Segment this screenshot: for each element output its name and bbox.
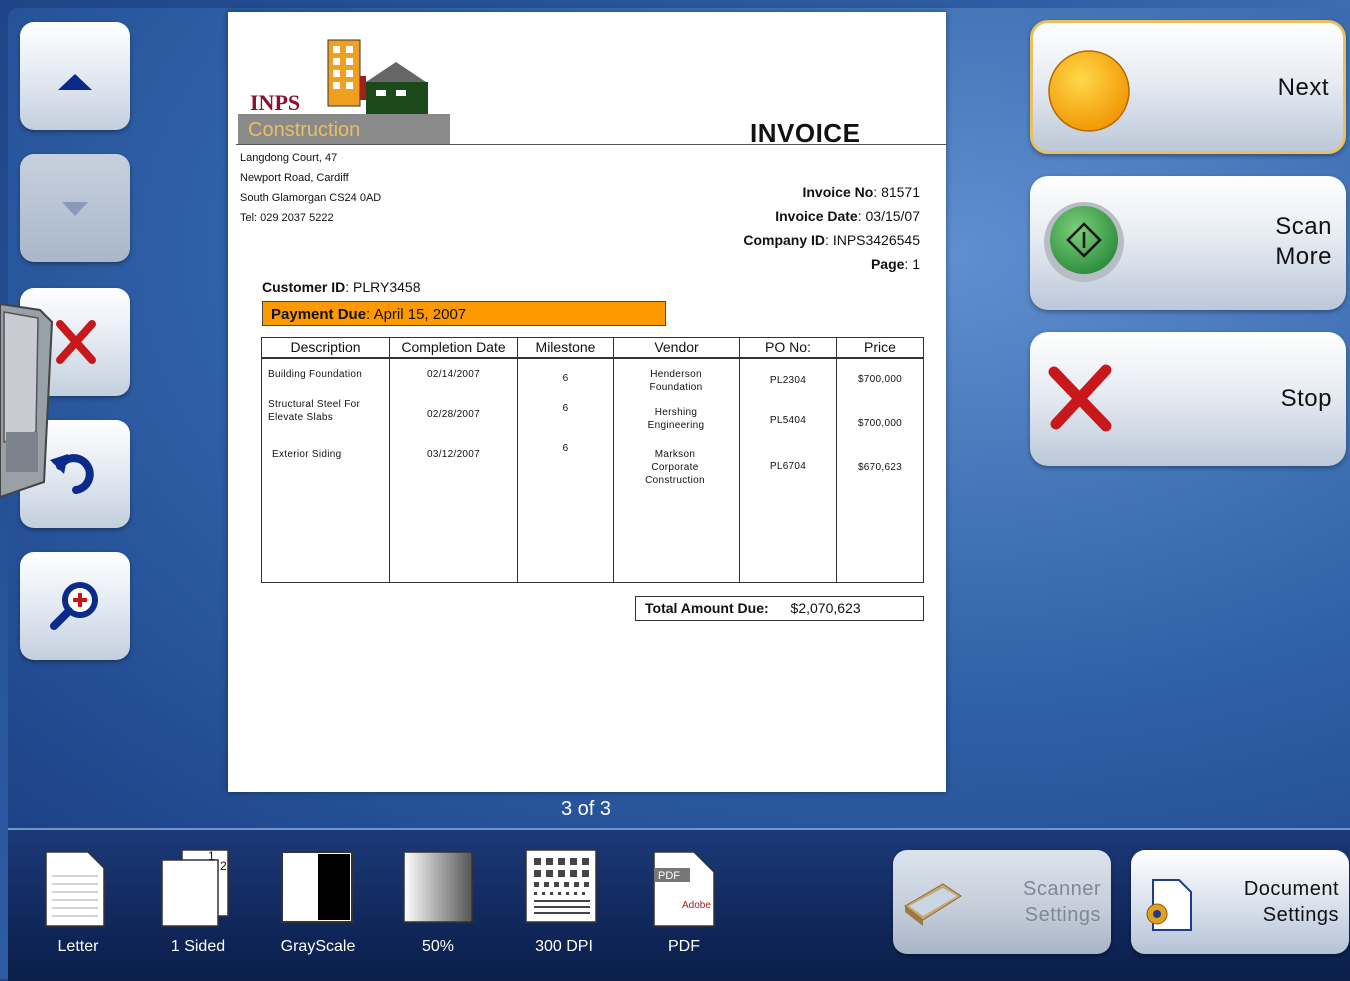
- table-cell: 6: [562, 373, 569, 384]
- customer-id: Customer ID: PLRY3458: [262, 279, 421, 295]
- table-cell: 6: [562, 403, 569, 414]
- next-button[interactable]: Next: [1030, 20, 1346, 154]
- table-cell: Building Foundation: [268, 369, 363, 380]
- scanner-settings-button[interactable]: Scanner Settings: [893, 850, 1111, 954]
- col-header: Milestone: [535, 339, 596, 355]
- pdf-icon: PDF Adobe: [653, 851, 715, 927]
- scan-start-icon: [1044, 202, 1124, 282]
- table-cell: Hershing Engineering: [647, 407, 705, 431]
- svg-text:Adobe: Adobe: [682, 900, 711, 911]
- invoice-table: Description Completion Date Milestone Ve…: [261, 337, 924, 583]
- col-header: Completion Date: [401, 339, 506, 355]
- table-cell: 02/28/2007: [426, 409, 481, 420]
- stop-x-icon: [1048, 364, 1112, 432]
- file-format-label: PDF: [668, 938, 700, 955]
- table-cell: 02/14/2007: [426, 369, 481, 380]
- total-amount-due: Total Amount Due: $2,070,623: [635, 596, 924, 621]
- col-header: Price: [864, 339, 896, 355]
- arrow-down-icon: [62, 202, 88, 216]
- table-cell: $700,000: [857, 418, 903, 429]
- paper-size-label: Letter: [57, 938, 99, 955]
- next-label: Next: [1277, 74, 1329, 101]
- scanner-settings-label: Scanner Settings: [1023, 878, 1101, 926]
- grayscale-icon: [281, 851, 353, 923]
- scanner-icon: [904, 883, 962, 926]
- arrow-up-icon: [58, 74, 92, 90]
- page-number: 1: [912, 256, 920, 272]
- svg-text:INPS: INPS: [250, 90, 300, 115]
- page-indicator: 3 of 3: [560, 798, 612, 820]
- brightness-setting[interactable]: [398, 846, 478, 930]
- letter-page-icon: [45, 851, 105, 927]
- svg-text:1: 1: [208, 849, 215, 863]
- svg-text:Construction: Construction: [248, 119, 360, 141]
- table-cell: PL5404: [769, 415, 807, 426]
- svg-text:PDF: PDF: [658, 870, 680, 882]
- table-cell: Exterior Siding: [272, 449, 342, 460]
- sides-setting[interactable]: 2 1: [158, 846, 238, 930]
- resolution-icon: [525, 849, 597, 923]
- total-amount: $2,070,623: [790, 600, 861, 616]
- next-circle-icon: [1048, 50, 1130, 132]
- document-settings-button[interactable]: Document Settings: [1131, 850, 1349, 954]
- header-divider: [236, 144, 946, 145]
- company-logo: INPS Construction: [238, 39, 450, 144]
- payment-due-banner: Payment Due: April 15, 2007: [262, 301, 666, 326]
- document-settings-label: Document Settings: [1243, 878, 1339, 926]
- invoice-date: 03/15/07: [865, 208, 921, 224]
- table-cell: Henderson Foundation: [649, 369, 703, 393]
- stop-button[interactable]: Stop: [1030, 332, 1346, 466]
- table-cell: PL6704: [769, 461, 807, 472]
- table-cell: 6: [562, 443, 569, 454]
- table-cell: $670,623: [857, 462, 903, 473]
- resolution-label: 300 DPI: [535, 938, 593, 955]
- brightness-icon: [403, 851, 473, 923]
- table-cell: Markson Corporate Construction: [645, 449, 705, 486]
- scroll-down-button[interactable]: [20, 154, 130, 262]
- col-header: PO No:: [765, 339, 811, 355]
- table-cell: 03/12/2007: [426, 449, 481, 460]
- paper-size-setting[interactable]: [38, 846, 118, 930]
- col-header: Description: [290, 339, 361, 355]
- brightness-label: 50%: [421, 938, 455, 955]
- document-preview[interactable]: INPS Construction INVOICE Langdong Court…: [228, 12, 946, 792]
- company-id: INPS3426545: [832, 232, 920, 248]
- company-address: Langdong Court, 47 Newport Road, Cardiff…: [240, 152, 382, 224]
- file-format-setting[interactable]: PDF Adobe: [646, 846, 726, 930]
- table-cell: $700,000: [857, 374, 903, 385]
- scan-more-button[interactable]: Scan More: [1030, 176, 1346, 310]
- col-header: Vendor: [654, 339, 699, 355]
- svg-text:2: 2: [220, 859, 227, 873]
- scan-more-label: Scan More: [1275, 213, 1332, 270]
- scroll-up-button[interactable]: [20, 22, 130, 130]
- zoom-in-button[interactable]: [20, 552, 130, 660]
- scanner-device-icon: [0, 302, 54, 499]
- invoice-number: 81571: [881, 184, 920, 200]
- invoice-meta: Invoice No: 81571 Invoice Date: 03/15/07…: [743, 184, 921, 272]
- zoom-in-icon: [50, 582, 98, 630]
- color-mode-label: GrayScale: [280, 938, 356, 955]
- sides-label: 1 Sided: [170, 938, 226, 955]
- one-sided-icon: 2 1: [161, 849, 229, 927]
- table-cell: Structural Steel For Elevate Slabs: [268, 399, 361, 423]
- color-mode-setting[interactable]: [278, 846, 358, 930]
- table-cell: PL2304: [769, 375, 807, 386]
- stop-label: Stop: [1280, 385, 1332, 412]
- resolution-setting[interactable]: [522, 846, 602, 930]
- document-settings-icon: [1146, 879, 1192, 931]
